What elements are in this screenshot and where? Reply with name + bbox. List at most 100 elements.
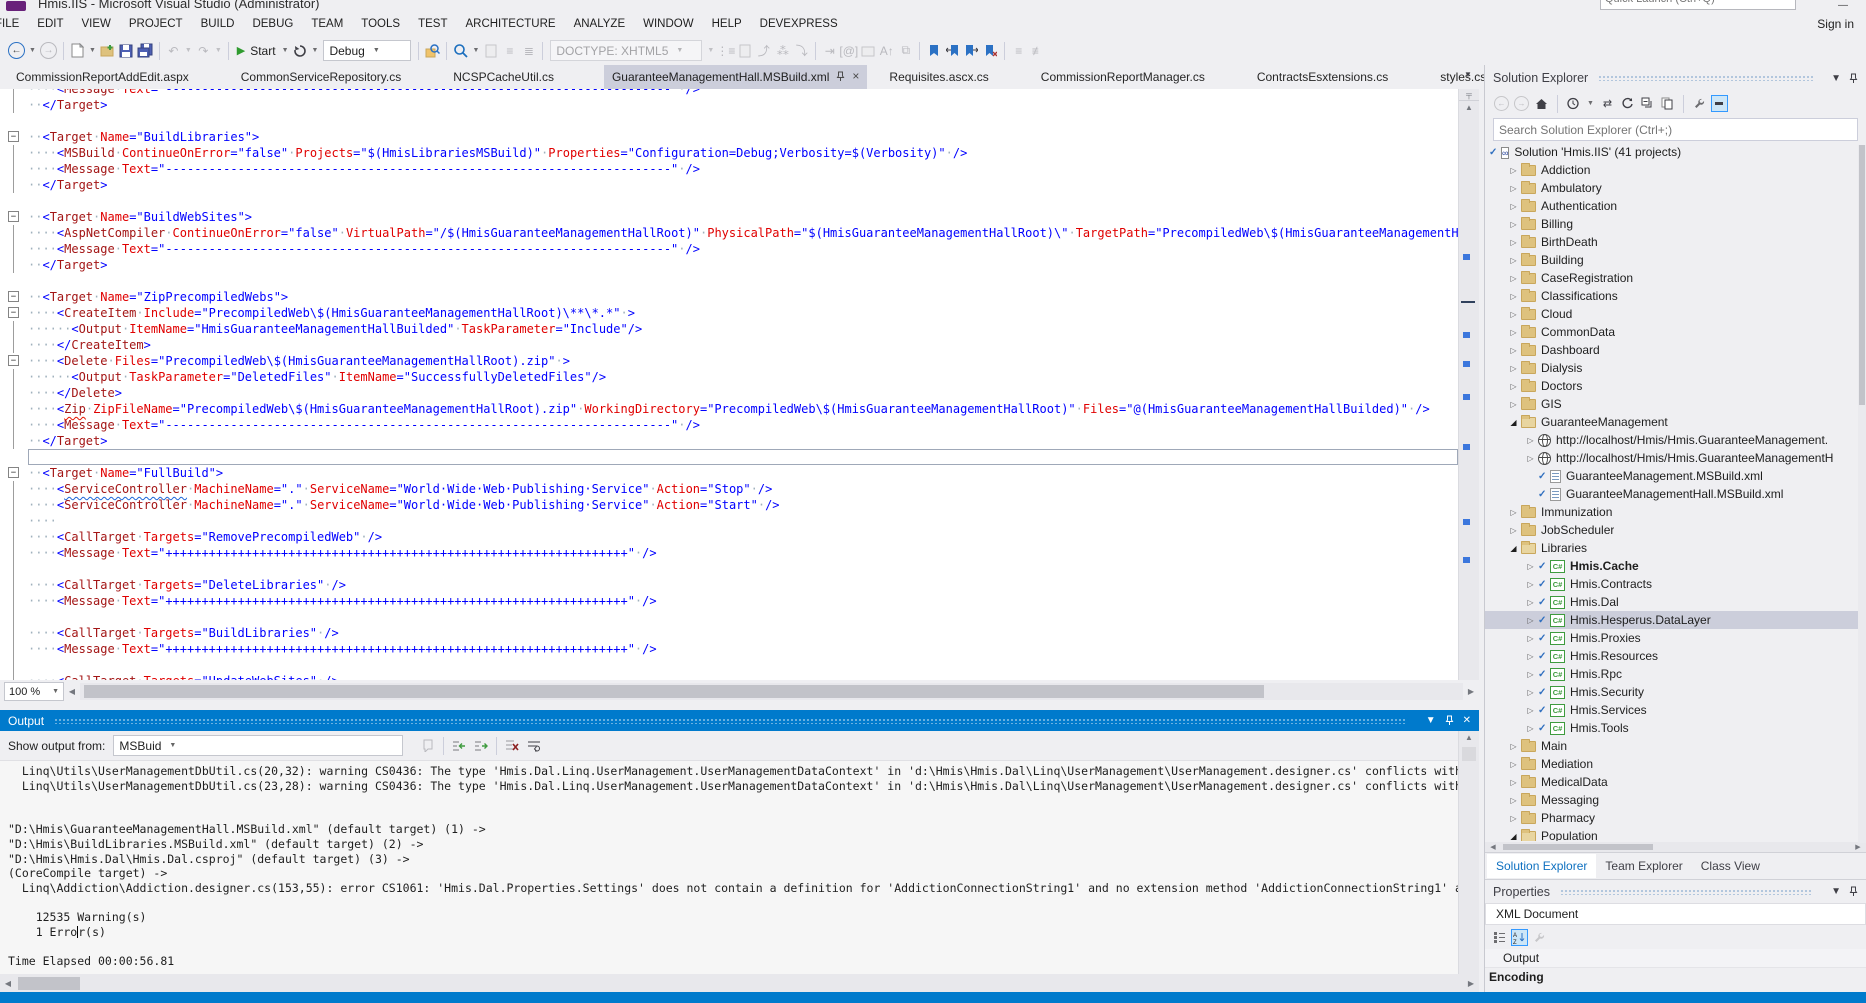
start-dropdown[interactable]: ▼ — [282, 47, 289, 54]
output-hscroll-track[interactable] — [16, 975, 1463, 992]
expand-arrow-icon[interactable]: ▷ — [1523, 580, 1538, 589]
tab-pin-icon[interactable] — [836, 70, 845, 82]
undo-icon[interactable]: ↶ — [164, 41, 183, 60]
tree-item[interactable]: ▷Doctors — [1485, 377, 1866, 395]
tree-hscroll-right-arrow[interactable]: ▶ — [1850, 843, 1866, 851]
expand-arrow-icon[interactable]: ▷ — [1523, 454, 1538, 463]
tree-hscroll-left-arrow[interactable]: ◀ — [1485, 843, 1501, 851]
document-tab[interactable]: CommissionReportAddEdit.aspx — [14, 65, 191, 89]
hscroll-left-arrow-icon[interactable]: ◀ — [64, 687, 80, 696]
tree-item[interactable]: ▷Ambulatory — [1485, 179, 1866, 197]
close-icon[interactable]: ✕ — [1463, 715, 1471, 726]
tree-item[interactable]: ▷✓C#Hmis.Hesperus.DataLayer — [1485, 611, 1866, 629]
expand-arrow-icon[interactable]: ▷ — [1523, 652, 1538, 661]
toolbar-overflow-chevron[interactable]: ▼ — [472, 47, 479, 54]
document-tab[interactable]: GuaranteeManagementHall.MSBuild.xml× — [604, 65, 867, 89]
document-tab[interactable]: CommonServiceRepository.cs — [239, 65, 404, 89]
tree-item[interactable]: ▷✓C#Hmis.Tools — [1485, 719, 1866, 737]
menu-help[interactable]: HELP — [703, 14, 751, 34]
alphabetical-sort-icon[interactable]: AZ — [1511, 929, 1528, 946]
document-tab[interactable]: NCSPCacheUtil.cs — [451, 65, 556, 89]
output-hscroll-left-arrow[interactable]: ◀ — [0, 979, 16, 988]
expand-arrow-icon[interactable]: ▷ — [1523, 688, 1538, 697]
tree-item[interactable]: ▷BirthDeath — [1485, 233, 1866, 251]
output-vertical-scrollbar[interactable]: ▲ — [1458, 731, 1479, 974]
save-icon[interactable] — [117, 41, 136, 60]
switch-views-icon[interactable]: ⇄ — [1599, 95, 1616, 112]
expand-arrow-icon[interactable]: ▷ — [1506, 256, 1521, 265]
sign-in-link[interactable]: Sign in — [1817, 17, 1854, 31]
navigate-forward-icon[interactable]: → — [40, 42, 57, 59]
menu-view[interactable]: VIEW — [73, 14, 120, 34]
tree-item[interactable]: ▷Pharmacy — [1485, 809, 1866, 827]
pin-icon[interactable] — [1445, 715, 1454, 726]
property-category-encoding[interactable]: Encoding — [1485, 968, 1866, 986]
start-debug-button[interactable]: ▶ Start — [233, 42, 280, 60]
sync-dropdown[interactable]: ▼ — [1587, 100, 1594, 107]
menu-test[interactable]: TEST — [409, 14, 456, 34]
goto-next-message-icon[interactable] — [471, 737, 491, 755]
editor-horizontal-scrollbar[interactable] — [80, 683, 1463, 700]
pin-icon[interactable] — [1849, 886, 1858, 897]
menu-edit[interactable]: EDIT — [28, 14, 72, 34]
expand-arrow-icon[interactable]: ▷ — [1523, 724, 1538, 733]
navigate-back-dropdown[interactable]: ▼ — [29, 47, 36, 54]
browse-with-icon[interactable] — [451, 41, 470, 60]
doctype-combo[interactable]: DOCTYPE: XHTML5▼ — [550, 40, 702, 61]
tree-item[interactable]: ▷GIS — [1485, 395, 1866, 413]
output-hscroll-thumb[interactable] — [18, 977, 80, 990]
fold-collapse-icon[interactable] — [0, 209, 28, 225]
expand-arrow-icon[interactable]: ▷ — [1506, 238, 1521, 247]
show-all-files-icon[interactable] — [1659, 95, 1676, 112]
tree-item[interactable]: ▷MedicalData — [1485, 773, 1866, 791]
home-icon[interactable] — [1533, 95, 1550, 112]
expand-arrow-icon[interactable]: ▷ — [1523, 616, 1538, 625]
tree-item[interactable]: ▷Messaging — [1485, 791, 1866, 809]
tree-item[interactable]: ▷CaseRegistration — [1485, 269, 1866, 287]
collapse-arrow-icon[interactable]: ◢ — [1506, 544, 1521, 553]
fold-collapse-icon[interactable] — [0, 129, 28, 145]
new-file-dropdown[interactable]: ▼ — [89, 47, 96, 54]
refresh-icon[interactable] — [1619, 95, 1636, 112]
pin-icon[interactable] — [1849, 73, 1858, 84]
tree-item[interactable]: ▷Building — [1485, 251, 1866, 269]
tree-item[interactable]: ▷✓C#Hmis.Contracts — [1485, 575, 1866, 593]
expand-arrow-icon[interactable]: ▷ — [1506, 364, 1521, 373]
window-position-icon[interactable]: ▼ — [1426, 715, 1436, 726]
tab-close-icon[interactable]: × — [852, 70, 859, 82]
expand-arrow-icon[interactable]: ▷ — [1506, 184, 1521, 193]
preview-selected-items-icon[interactable] — [1711, 95, 1728, 112]
menu-debug[interactable]: DEBUG — [243, 14, 302, 34]
properties-wrench-icon[interactable] — [1691, 95, 1708, 112]
menu-project[interactable]: PROJECT — [120, 14, 192, 34]
document-tab[interactable]: ContractsEsxtensions.cs — [1255, 65, 1390, 89]
tree-item[interactable]: ✓∞Solution 'Hmis.IIS' (41 projects) — [1485, 143, 1866, 161]
document-tab[interactable]: CommissionReportManager.cs — [1039, 65, 1207, 89]
menu-analyze[interactable]: ANALYZE — [565, 14, 635, 34]
solution-explorer-search[interactable] — [1493, 118, 1858, 141]
tree-horizontal-scrollbar[interactable]: ◀ ▶ — [1485, 842, 1866, 852]
expand-arrow-icon[interactable]: ▷ — [1506, 220, 1521, 229]
tree-item[interactable]: ◢Libraries — [1485, 539, 1866, 557]
clear-bookmarks-icon[interactable] — [981, 41, 1000, 60]
expand-arrow-icon[interactable]: ▷ — [1506, 166, 1521, 175]
search-input[interactable] — [1494, 123, 1857, 137]
tree-item[interactable]: ✓GuaranteeManagementHall.MSBuild.xml — [1485, 485, 1866, 503]
code-editor[interactable]: ····<Message·Text="---------------------… — [0, 89, 1458, 680]
expand-arrow-icon[interactable]: ▷ — [1523, 562, 1538, 571]
add-item-icon[interactable] — [98, 41, 117, 60]
tree-item[interactable]: ▷✓C#Hmis.Dal — [1485, 593, 1866, 611]
properties-object-combo[interactable]: XML Document — [1485, 903, 1866, 925]
tree-item[interactable]: ◢Population — [1485, 827, 1866, 841]
expand-arrow-icon[interactable]: ▷ — [1506, 778, 1521, 787]
menu-build[interactable]: BUILD — [192, 14, 244, 34]
tree-item[interactable]: ✓GuaranteeManagement.MSBuild.xml — [1485, 467, 1866, 485]
vscroll-thumb[interactable] — [1462, 747, 1476, 761]
word-wrap-icon[interactable] — [524, 737, 544, 755]
expand-arrow-icon[interactable]: ▷ — [1506, 400, 1521, 409]
tree-item[interactable]: ▷Main — [1485, 737, 1866, 755]
navigate-back-icon[interactable]: ← — [8, 42, 25, 59]
tree-item[interactable]: ▷Immunization — [1485, 503, 1866, 521]
solution-explorer-title-bar[interactable]: Solution Explorer ▼ — [1485, 65, 1866, 91]
fold-collapse-icon[interactable] — [0, 353, 28, 369]
